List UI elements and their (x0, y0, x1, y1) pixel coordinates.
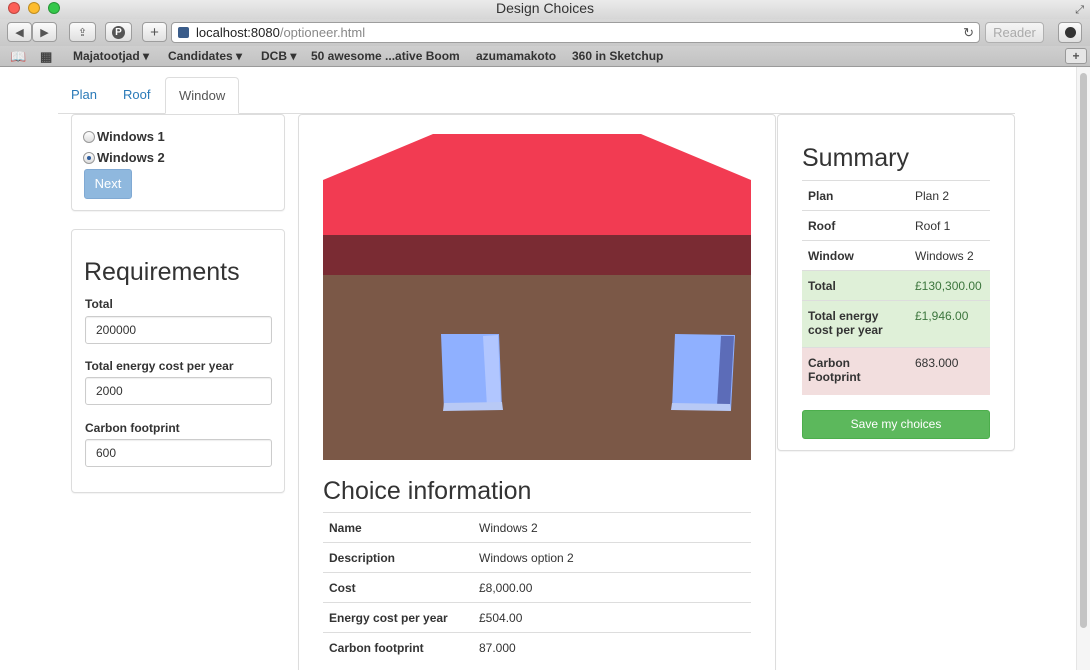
carbon-footprint-label: Carbon footprint (85, 421, 180, 435)
design-tabs: Plan Roof Window (58, 77, 1015, 114)
energy-cost-label: Total energy cost per year (85, 359, 234, 373)
house-window-left (441, 334, 503, 411)
reader-button[interactable]: Reader (985, 22, 1044, 43)
window-titlebar: Design Choices ⤢ (0, 0, 1090, 19)
plus-icon: + (150, 23, 159, 41)
bookmark-item[interactable]: Majatootjad ▾ (73, 49, 149, 63)
tab-window[interactable]: Window (165, 77, 240, 114)
carbon-footprint-input[interactable]: 600 (85, 439, 272, 467)
bookmarks-bar: 📖 ▦ Majatootjad ▾ Candidates ▾ DCB ▾ 50 … (0, 46, 1090, 67)
page-content: Plan Roof Window Windows 1 Windows 2 Nex… (0, 67, 1090, 670)
back-button[interactable]: ◀ (7, 22, 32, 42)
share-button[interactable]: ⇪ (69, 22, 96, 42)
table-row: Cost £8,000.00 (323, 572, 751, 603)
reload-icon[interactable]: ↻ (963, 23, 974, 42)
forward-button[interactable]: ▶ (32, 22, 57, 42)
requirements-panel: Requirements Total 200000 Total energy c… (71, 229, 285, 493)
url-host: localhost:8080 (196, 25, 280, 40)
tab-roof[interactable]: Roof (110, 77, 163, 114)
address-bar[interactable]: localhost:8080/optioneer.html ↻ (171, 22, 980, 43)
zoom-window-button[interactable] (48, 2, 60, 14)
summary-carbon-row: Carbon Footprint 683.000 (802, 347, 990, 395)
requirements-title: Requirements (84, 258, 240, 286)
option-windows-1[interactable]: Windows 1 (83, 129, 165, 144)
choice-info-title: Choice information (323, 477, 532, 505)
table-row: Energy cost per year £504.00 (323, 602, 751, 633)
house-preview (323, 134, 751, 460)
downloads-button[interactable] (1058, 22, 1082, 43)
energy-cost-input[interactable]: 2000 (85, 377, 272, 405)
new-tab-button[interactable]: + (142, 22, 167, 42)
tab-plan[interactable]: Plan (58, 77, 110, 114)
total-input[interactable]: 200000 (85, 316, 272, 344)
window-options-panel: Windows 1 Windows 2 Next (71, 114, 285, 211)
add-bookmark-icon[interactable]: + (1065, 48, 1087, 64)
pinterest-button[interactable]: P (105, 22, 132, 42)
summary-table: Plan Plan 2 Roof Roof 1 Window Windows 2 To… (802, 180, 990, 395)
table-row: Roof Roof 1 (802, 210, 990, 241)
total-label: Total (85, 297, 113, 311)
house-window-right (671, 334, 735, 411)
minimize-window-button[interactable] (28, 2, 40, 14)
page-scrollbar[interactable] (1076, 67, 1090, 670)
scroll-thumb[interactable] (1080, 73, 1087, 628)
reading-list-icon[interactable]: 📖 (10, 49, 26, 65)
house-roof (323, 134, 751, 235)
bookmark-item[interactable]: azumamakoto (476, 49, 556, 63)
bookmark-item[interactable]: 50 awesome ...ative Boom (311, 49, 460, 63)
radio-windows-1[interactable] (83, 131, 95, 143)
url-path: /optioneer.html (279, 25, 366, 40)
bookmark-item[interactable]: 360 in Sketchup (572, 49, 663, 63)
share-icon: ⇪ (77, 26, 88, 39)
next-button[interactable]: Next (84, 169, 132, 199)
save-choices-button[interactable]: Save my choices (802, 410, 990, 439)
preview-panel: Choice information Name Windows 2 Descrip… (298, 114, 776, 670)
bookmark-item[interactable]: Candidates ▾ (168, 49, 242, 63)
table-row: Plan Plan 2 (802, 180, 990, 211)
site-icon (178, 27, 189, 38)
option-windows-2[interactable]: Windows 2 (83, 150, 165, 165)
table-row: Description Windows option 2 (323, 542, 751, 573)
table-row: Carbon footprint 87.000 (323, 632, 751, 663)
summary-title: Summary (802, 144, 909, 172)
table-row: Window Windows 2 (802, 240, 990, 271)
window-title: Design Choices (495, 0, 595, 16)
pinterest-icon: P (112, 25, 125, 39)
summary-total-row: Total £130,300.00 (802, 270, 990, 301)
bookmark-item[interactable]: DCB ▾ (261, 49, 296, 63)
radio-windows-2[interactable] (83, 152, 95, 164)
top-sites-icon[interactable]: ▦ (40, 49, 52, 65)
choice-info-table: Name Windows 2 Description Windows option … (323, 512, 751, 663)
forward-arrow-icon: ▶ (40, 26, 49, 39)
summary-panel: Summary Plan Plan 2 Roof Roof 1 Window Wind… (777, 114, 1015, 451)
table-row: Name Windows 2 (323, 512, 751, 543)
close-window-button[interactable] (8, 2, 20, 14)
house-eave (323, 235, 751, 275)
fullscreen-icon[interactable]: ⤢ (1075, 2, 1084, 19)
summary-energy-row: Total energy cost per year £1,946.00 (802, 300, 990, 348)
back-arrow-icon: ◀ (15, 26, 24, 39)
browser-toolbar: ◀ ▶ ⇪ P + localhost:8080/optioneer.html … (0, 19, 1090, 46)
